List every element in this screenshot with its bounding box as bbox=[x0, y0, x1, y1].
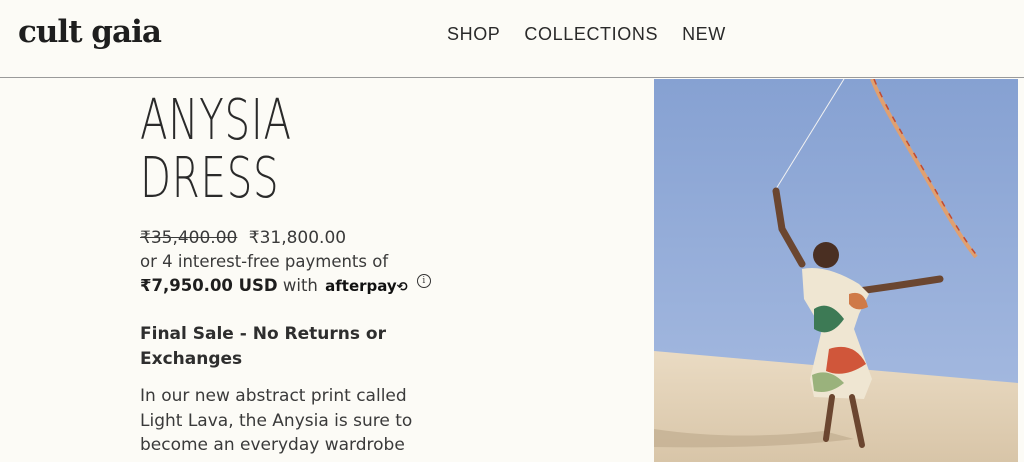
original-price: ₹35,400.00 bbox=[140, 228, 238, 248]
afterpay-logo[interactable]: afterpay⟲ bbox=[325, 277, 407, 295]
nav-new[interactable]: NEW bbox=[682, 24, 726, 45]
product-description: In our new abstract print called Light L… bbox=[140, 386, 413, 455]
nav-shop[interactable]: SHOP bbox=[447, 24, 500, 45]
installments-text: or 4 interest-free payments of bbox=[140, 252, 389, 271]
installment-info: or 4 interest-free payments of ₹7,950.00… bbox=[140, 250, 440, 300]
installment-amount: ₹7,950.00 USD bbox=[140, 276, 278, 295]
final-sale-notice: Final Sale - No Returns or Exchanges bbox=[140, 324, 386, 369]
installment-with: with bbox=[282, 276, 318, 295]
site-header: cult gaia SHOP COLLECTIONS NEW bbox=[0, 0, 1024, 78]
brand-logo[interactable]: cult gaia bbox=[18, 14, 162, 50]
product-title: ANYSIA DRESS bbox=[140, 92, 292, 208]
afterpay-arrows-icon: ⟲ bbox=[396, 280, 408, 295]
main-nav: SHOP COLLECTIONS NEW bbox=[447, 24, 726, 45]
info-icon[interactable]: i bbox=[416, 274, 431, 288]
product-photo[interactable] bbox=[654, 79, 1018, 462]
nav-collections[interactable]: COLLECTIONS bbox=[524, 24, 658, 45]
afterpay-label: afterpay bbox=[325, 277, 397, 295]
product-title-line1: ANYSIA bbox=[140, 88, 292, 153]
product-photo-image bbox=[654, 79, 1018, 462]
sale-price: ₹31,800.00 bbox=[248, 228, 347, 248]
product-title-line2: DRESS bbox=[140, 146, 280, 211]
price-block: ₹35,400.00 ₹31,800.00 bbox=[140, 226, 346, 250]
